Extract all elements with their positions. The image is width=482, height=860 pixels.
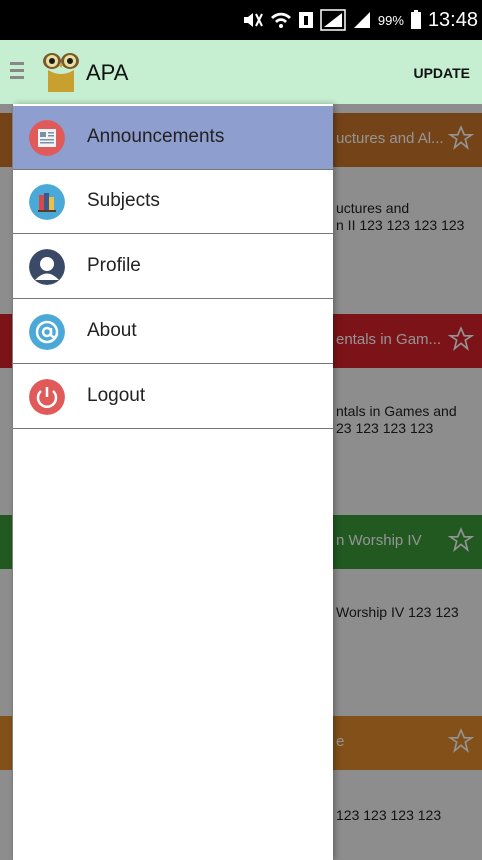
user-icon [29,249,65,285]
signal-icon [320,9,346,31]
nav-item-about[interactable]: About [13,300,333,364]
navigation-drawer: Announcements Subjects Profile About Log… [13,104,333,860]
books-icon [29,184,65,220]
power-icon [29,379,65,415]
menu-icon[interactable] [10,62,24,83]
nav-item-label: Subjects [87,190,160,211]
nav-item-profile[interactable]: Profile [13,235,333,299]
sim-icon [298,12,313,28]
nav-item-label: About [87,320,137,341]
signal-icon [353,12,370,28]
nav-item-label: Announcements [87,126,225,147]
nav-item-subjects[interactable]: Subjects [13,170,333,234]
battery-percent: 99% [377,12,404,28]
nav-item-label: Logout [87,385,146,406]
update-button[interactable]: UPDATE [413,65,470,81]
nav-item-logout[interactable]: Logout [13,365,333,429]
app-title: APA [86,60,129,85]
app-bar: APA UPDATE [0,40,482,104]
mute-icon [243,13,263,27]
at-icon [29,314,65,350]
nav-item-announcements[interactable]: Announcements [13,106,333,170]
screen: 99% 13:48 APA UPDATE uctures and Al... u… [0,0,482,860]
owl-logo-icon [43,53,79,92]
battery-icon [410,10,421,29]
status-bar: 99% 13:48 [0,0,482,40]
clock: 13:48 [427,8,478,31]
nav-item-label: Profile [87,255,141,276]
wifi-icon [270,12,291,28]
newspaper-icon [29,120,65,156]
